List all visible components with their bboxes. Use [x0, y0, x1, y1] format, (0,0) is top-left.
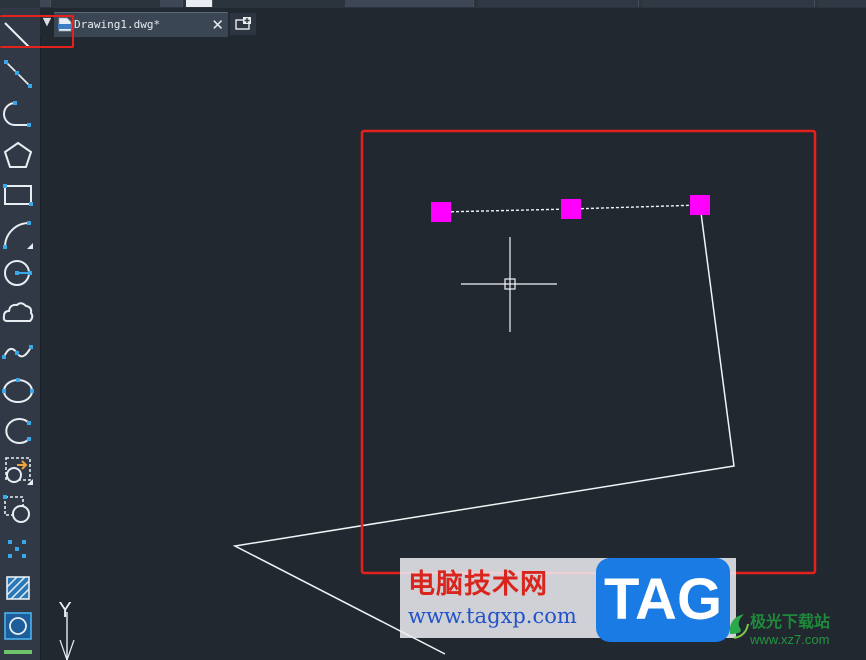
point-tool-button[interactable]	[0, 532, 36, 568]
toolbar-more-indicator	[4, 650, 32, 654]
polyline-tool-button[interactable]	[0, 96, 36, 132]
watermark-tag-logo: TAG	[596, 558, 730, 642]
make-block-tool-button[interactable]	[0, 492, 36, 528]
region-icon	[4, 612, 32, 640]
spline-tool-button[interactable]	[0, 334, 36, 370]
grip-point-mid[interactable]	[561, 199, 581, 219]
rectangle-tool-button[interactable]	[0, 176, 36, 212]
document-tab-bar: ▼ Drawing1.dwg* ✕	[40, 8, 866, 37]
ellipse-icon	[2, 378, 34, 403]
ellipse-arc-tool-button[interactable]	[0, 412, 36, 448]
ucs-y-label: Y	[58, 598, 72, 622]
arc-tool-button[interactable]	[0, 216, 36, 252]
new-tab-button[interactable]	[230, 13, 256, 35]
watermark-xz-url: www.xz7.com	[750, 632, 830, 647]
circle-icon	[4, 260, 32, 286]
watermark-xz-logo: 极光下载站 www.xz7.com	[726, 604, 866, 660]
polyline-icon	[3, 101, 31, 127]
ellipse-arc-icon	[5, 418, 31, 444]
watermark-xz-name: 极光下载站	[750, 612, 831, 631]
ellipse-tool-button[interactable]	[0, 372, 36, 408]
region-tool-button[interactable]	[0, 608, 36, 644]
polygon-icon	[3, 141, 33, 168]
grip-point-end[interactable]	[690, 195, 710, 215]
revision-cloud-tool-button[interactable]	[0, 294, 36, 330]
insert-block-tool-button[interactable]	[0, 452, 36, 488]
xz-swirl-icon	[729, 614, 749, 639]
watermark-site-url: www.tagxp.com	[408, 604, 577, 628]
crosshair-cursor-icon	[461, 237, 557, 332]
tab-drawing1[interactable]: Drawing1.dwg* ✕	[54, 12, 228, 37]
hatch-tool-button[interactable]	[0, 570, 36, 606]
cloud-icon	[2, 302, 34, 322]
hatch-icon	[6, 576, 30, 600]
annotation-highlight-box	[360, 129, 817, 575]
line-tool-highlight	[0, 15, 74, 48]
tab-title: Drawing1.dwg*	[74, 18, 161, 31]
polygon-tool-button[interactable]	[0, 138, 36, 174]
new-tab-icon	[235, 17, 251, 30]
draw-toolbar	[0, 8, 41, 660]
circle-tool-button[interactable]	[0, 254, 36, 290]
grip-point-start[interactable]	[431, 202, 451, 222]
insert-block-icon	[5, 457, 33, 485]
make-block-icon	[3, 495, 30, 523]
arc-icon	[3, 221, 33, 249]
point-icon	[8, 540, 26, 558]
xline-icon	[4, 60, 32, 88]
cad-window: ▼ Drawing1.dwg* ✕ Y 电脑技术网 www.tagxp.com …	[0, 0, 866, 660]
construction-line-tool-button[interactable]	[0, 56, 36, 92]
spline-icon	[2, 345, 33, 359]
watermark-site-name: 电脑技术网	[408, 569, 548, 600]
close-icon[interactable]: ✕	[211, 13, 224, 37]
rectangle-icon	[3, 184, 33, 206]
